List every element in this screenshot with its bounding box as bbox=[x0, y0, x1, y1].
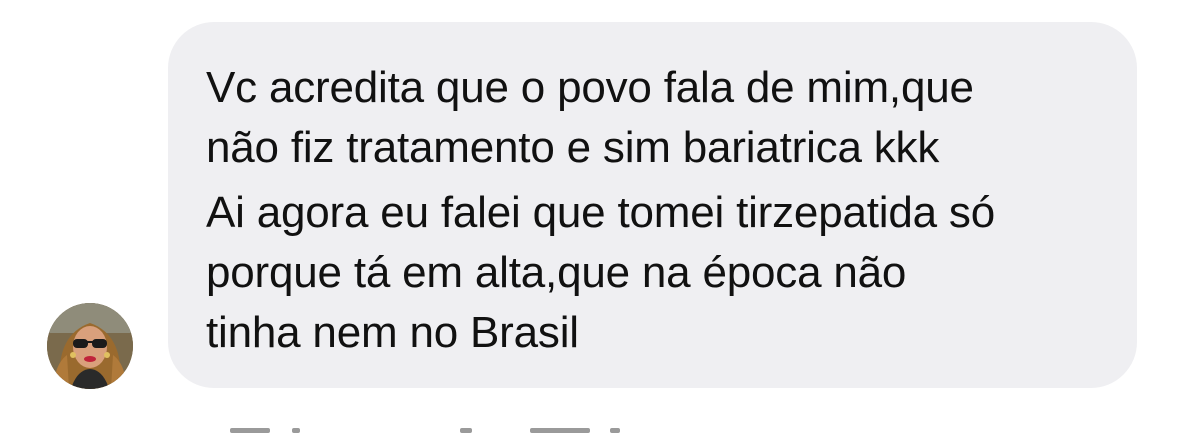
cutoff-fragment bbox=[292, 428, 300, 433]
message-text-line: Ai agora eu falei que tomei tirzepatida … bbox=[206, 188, 995, 237]
message-text-line: tinha nem no Brasil bbox=[206, 308, 579, 357]
avatar[interactable] bbox=[47, 303, 133, 389]
message-text-line: porque tá em alta,que na época não bbox=[206, 248, 907, 297]
cutoff-fragment bbox=[460, 428, 472, 433]
chat-thread: Vc acredita que o povo fala de mim,que n… bbox=[0, 0, 1181, 435]
cutoff-fragment bbox=[530, 428, 590, 433]
next-message-cutoff bbox=[230, 428, 650, 438]
message-text-line: não fiz tratamento e sim bariatrica kkk bbox=[206, 123, 940, 172]
message-bubble[interactable]: Vc acredita que o povo fala de mim,que n… bbox=[168, 22, 1137, 388]
cutoff-fragment bbox=[610, 428, 620, 433]
cutoff-fragment bbox=[230, 428, 270, 433]
message-text-line: Vc acredita que o povo fala de mim,que bbox=[206, 63, 974, 112]
contact-avatar-photo bbox=[47, 303, 133, 389]
